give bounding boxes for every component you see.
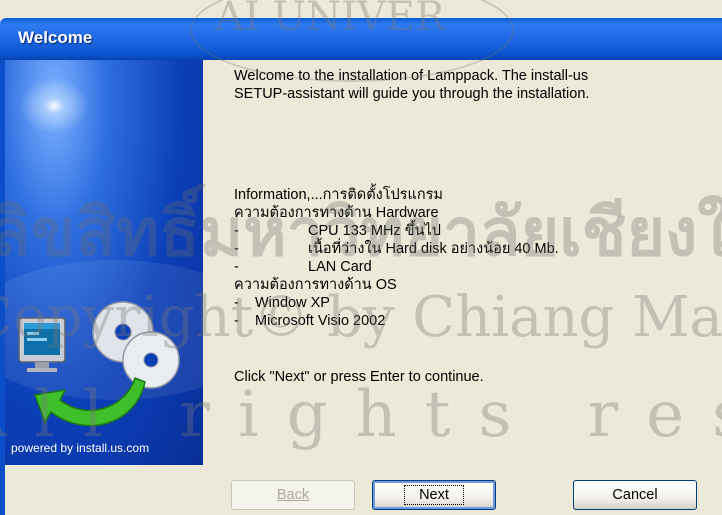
install-illustration xyxy=(18,301,180,427)
hw-bullet: - xyxy=(234,259,239,275)
os-item-visio: Microsoft Visio 2002 xyxy=(255,313,386,329)
hw-item-lan: LAN Card xyxy=(308,259,372,275)
next-button-label: Next xyxy=(404,485,464,505)
continue-instruction: Click "Next" or press Enter to continue. xyxy=(234,369,484,385)
intro-line-2: SETUP-assistant will guide you through t… xyxy=(234,86,590,102)
os-heading: ความต้องการทางด้าน OS xyxy=(234,277,397,293)
sidebar-banner: powered by install.us.com xyxy=(5,60,203,465)
button-bar: Back Next Cancel xyxy=(5,465,722,515)
hw-bullet: - xyxy=(234,223,239,239)
cancel-button[interactable]: Cancel xyxy=(573,480,697,510)
monitor-icon xyxy=(18,317,66,372)
hw-item-disk: เนื้อที่ว่างใน Hard disk อย่างน้อย 40 Mb… xyxy=(308,241,559,257)
cancel-button-label: Cancel xyxy=(612,487,658,503)
hw-bullet: - xyxy=(234,241,239,257)
hw-item-cpu: CPU 133 MHz ขึ้นไป xyxy=(308,223,442,239)
os-item-xp: Window XP xyxy=(255,295,330,311)
powered-by-label: powered by install.us.com xyxy=(11,441,150,455)
install-arrow-icon xyxy=(33,377,146,427)
window-title: Welcome xyxy=(18,28,93,47)
os-bullet: - xyxy=(234,295,239,311)
content-panel: Welcome to the installation of Lamppack.… xyxy=(203,60,722,465)
info-heading: Information,...การติดตั้งโปรแกรม xyxy=(234,187,443,203)
installer-dialog: Welcome powered by install.us.com Welcom… xyxy=(0,0,722,515)
hardware-heading: ความต้องการทางด้าน Hardware xyxy=(234,205,439,221)
back-button[interactable]: Back xyxy=(231,480,355,510)
cd-icon xyxy=(92,301,180,389)
back-button-label: Back xyxy=(276,487,310,503)
next-button[interactable]: Next xyxy=(372,480,496,510)
os-bullet: - xyxy=(234,313,239,329)
